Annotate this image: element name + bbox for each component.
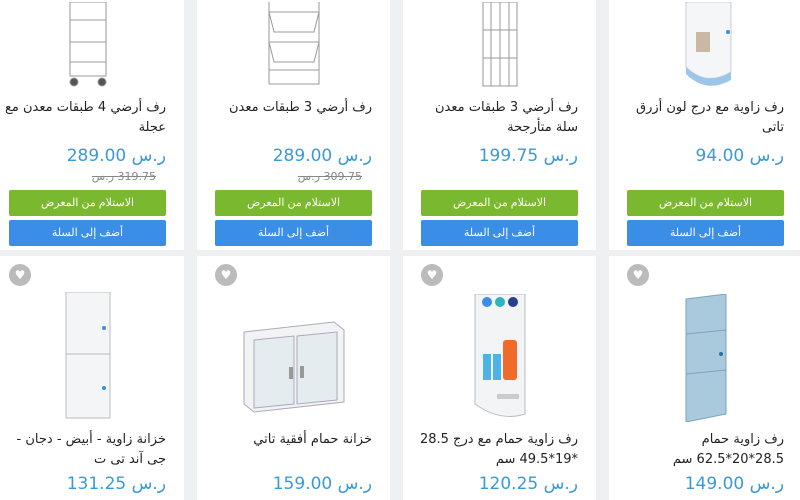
add-to-cart-button[interactable]: أضف إلى السلة (9, 220, 166, 246)
product-image[interactable] (609, 0, 800, 92)
product-card[interactable]: ♥ خزانة زاوية - أبيض - دجان - جى آند تى … (0, 256, 184, 500)
old-price: 309.75 ر.س (297, 170, 362, 183)
product-title[interactable]: رف زاوية مع درج لون أزرق تاتى (619, 98, 784, 138)
product-image[interactable] (403, 0, 596, 92)
pickup-button[interactable]: الاستلام من المعرض (627, 190, 784, 216)
product-title[interactable]: رف زاوية حمام مع درج 28.5 *19*49.5 سم (413, 430, 578, 470)
product-price: ر.س 94.00 (695, 146, 784, 166)
product-card[interactable]: رف أرضي 3 طبقات معدن ر.س 289.00 309.75 ر… (197, 0, 390, 250)
product-title[interactable]: خزانة حمام أفقية تاتي (207, 430, 372, 450)
product-price: ر.س 149.00 (684, 474, 784, 494)
product-price: ر.س 199.75 (478, 146, 578, 166)
product-image[interactable] (197, 0, 390, 92)
product-image[interactable] (0, 292, 184, 422)
pickup-button[interactable]: الاستلام من المعرض (421, 190, 578, 216)
product-title[interactable]: رف زاوية حمام 28.5*20*62.5 سم (619, 430, 784, 470)
add-to-cart-button[interactable]: أضف إلى السلة (421, 220, 578, 246)
add-to-cart-button[interactable]: أضف إلى السلة (215, 220, 372, 246)
product-price: ر.س 131.25 (66, 474, 166, 494)
product-card[interactable]: ♥ رف زاوية حمام مع درج 28.5 *19*49.5 سم … (403, 256, 596, 500)
product-image[interactable] (197, 292, 390, 422)
product-price: ر.س 289.00 (66, 146, 166, 166)
pickup-button[interactable]: الاستلام من المعرض (9, 190, 166, 216)
product-card[interactable]: رف زاوية مع درج لون أزرق تاتى ر.س 94.00 … (609, 0, 800, 250)
heart-icon[interactable]: ♥ (627, 264, 649, 286)
product-title[interactable]: رف أرضي 3 طبقات معدن سلة متأرجحة (413, 98, 578, 138)
heart-icon[interactable]: ♥ (9, 264, 31, 286)
product-image[interactable] (0, 0, 184, 92)
product-image[interactable] (609, 292, 800, 422)
product-grid: رف زاوية مع درج لون أزرق تاتى ر.س 94.00 … (0, 0, 800, 500)
product-card[interactable]: رف أرضي 4 طبقات معدن مع عجلة ر.س 289.00 … (0, 0, 184, 250)
product-image[interactable] (403, 292, 596, 422)
old-price: 319.75 ر.س (91, 170, 156, 183)
heart-icon[interactable]: ♥ (421, 264, 443, 286)
product-card[interactable]: ♥ خزانة حمام أفقية تاتي ر.س 159.00 (197, 256, 390, 500)
pickup-button[interactable]: الاستلام من المعرض (215, 190, 372, 216)
product-price: ر.س 120.25 (478, 474, 578, 494)
product-price: ر.س 159.00 (272, 474, 372, 494)
heart-icon[interactable]: ♥ (215, 264, 237, 286)
product-title[interactable]: رف أرضي 3 طبقات معدن (207, 98, 372, 118)
product-price: ر.س 289.00 (272, 146, 372, 166)
product-title[interactable]: خزانة زاوية - أبيض - دجان - جى آند تى ت (1, 430, 166, 470)
product-title[interactable]: رف أرضي 4 طبقات معدن مع عجلة (1, 98, 166, 138)
product-card[interactable]: ♥ رف زاوية حمام 28.5*20*62.5 سم ر.س 149.… (609, 256, 800, 500)
add-to-cart-button[interactable]: أضف إلى السلة (627, 220, 784, 246)
product-card[interactable]: رف أرضي 3 طبقات معدن سلة متأرجحة ر.س 199… (403, 0, 596, 250)
